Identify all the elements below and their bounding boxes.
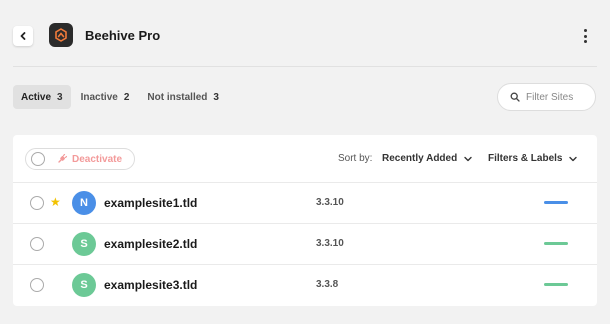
back-button[interactable] [13,26,33,46]
avatar: S [72,273,96,297]
sort-value: Recently Added [382,153,458,164]
avatar: N [72,191,96,215]
row-checkbox[interactable] [30,196,44,210]
tab-label: Active [21,91,52,103]
search-input[interactable] [526,91,590,103]
site-name[interactable]: examplesite3.tld [104,278,197,292]
site-row[interactable]: S examplesite2.tld 3.3.10 [13,224,597,265]
filters-labels-dropdown[interactable]: Filters & Labels [488,153,578,164]
sort-dropdown[interactable]: Recently Added [382,153,472,164]
status-bar [544,283,568,286]
star-icon[interactable]: ★ [50,195,61,209]
filters-labels-label: Filters & Labels [488,153,563,164]
site-row[interactable]: S examplesite3.tld 3.3.8 [13,265,597,306]
beehive-logo-icon [49,23,73,47]
bulk-actions-pill: Deactivate [25,148,135,170]
tab-not-installed[interactable]: Not installed 3 [139,85,227,109]
plugin-version: 3.3.10 [316,197,344,208]
page-header: Beehive Pro [0,0,610,70]
bulk-toolbar: Deactivate Sort by: Recently Added Filte… [13,135,597,183]
site-name[interactable]: examplesite2.tld [104,237,197,251]
search-icon [510,92,520,102]
tab-label: Inactive [80,91,118,103]
sites-card: Deactivate Sort by: Recently Added Filte… [13,135,597,306]
tab-count: 3 [213,91,219,103]
site-name[interactable]: examplesite1.tld [104,196,197,210]
row-checkbox[interactable] [30,237,44,251]
status-tabs: Active 3 Inactive 2 Not installed 3 [13,85,229,109]
plugin-version: 3.3.10 [316,238,344,249]
chevron-down-icon [464,156,472,161]
chevron-down-icon [569,156,578,161]
header-divider [13,66,597,67]
tab-inactive[interactable]: Inactive 2 [73,85,138,109]
avatar: S [72,232,96,256]
status-bar [544,242,568,245]
chevron-left-icon [20,32,26,40]
tab-label: Not installed [147,91,208,103]
tab-count: 3 [57,91,63,103]
tab-active[interactable]: Active 3 [13,85,71,109]
select-all-checkbox[interactable] [31,152,45,166]
deactivate-button[interactable]: Deactivate [57,154,122,165]
site-row[interactable]: ★ N examplesite1.tld 3.3.10 [13,183,597,224]
sort-label: Sort by: [338,153,373,164]
filter-sites-search[interactable] [497,83,596,111]
plug-icon [58,154,67,163]
tab-count: 2 [123,91,130,103]
status-bar [544,201,568,204]
plugin-version: 3.3.8 [316,279,339,290]
kebab-menu-icon[interactable] [579,28,591,44]
row-checkbox[interactable] [30,278,44,292]
page-title: Beehive Pro [85,28,161,43]
deactivate-label: Deactivate [72,153,123,165]
